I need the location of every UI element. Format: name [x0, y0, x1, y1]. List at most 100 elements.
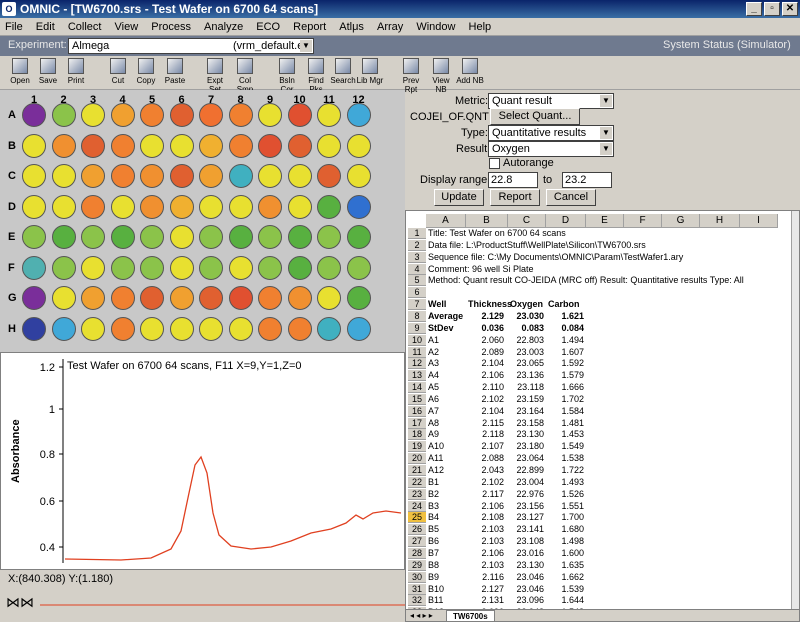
well-G1[interactable] [22, 286, 46, 310]
thickness-cell[interactable]: 2.089 [466, 347, 504, 358]
well-E9[interactable] [258, 225, 282, 249]
row-header[interactable]: 9 [408, 322, 426, 334]
minimize-button[interactable]: _ [746, 2, 762, 16]
menu-eco[interactable]: ECO [251, 18, 285, 36]
carbon-cell[interactable]: 0.084 [546, 323, 584, 334]
thickness-cell[interactable]: 2.106 [466, 548, 504, 559]
thickness-cell[interactable]: 2.127 [466, 584, 504, 595]
menu-edit[interactable]: Edit [31, 18, 60, 36]
well-E2[interactable] [51, 225, 76, 249]
row-header[interactable]: 21 [408, 465, 426, 476]
row-header[interactable]: 22 [408, 476, 426, 488]
well-E1[interactable] [22, 225, 46, 249]
well-C10[interactable] [287, 164, 312, 188]
well-B7[interactable] [199, 133, 223, 158]
oxygen-cell[interactable]: 23.130 [508, 560, 544, 571]
well-D8[interactable] [228, 194, 253, 219]
well-A7[interactable] [199, 103, 223, 127]
paste-button[interactable]: Paste [162, 58, 188, 85]
well-id-cell[interactable]: B9 [428, 572, 439, 583]
open-button[interactable]: Open [8, 58, 32, 85]
add-nb-button[interactable]: Add NB [456, 58, 484, 85]
menu-process[interactable]: Process [146, 18, 196, 36]
well-id-cell[interactable]: B2 [428, 489, 439, 500]
prev-rpt-button[interactable]: Prev Rpt [396, 58, 426, 94]
bsln-cor-button[interactable]: Bsln Cor [272, 58, 302, 94]
well-F7[interactable] [199, 255, 223, 280]
well-B10[interactable] [287, 133, 312, 158]
thickness-cell[interactable]: 2.102 [466, 477, 504, 488]
well-id-cell[interactable]: A7 [428, 406, 439, 417]
well-H12[interactable] [346, 316, 371, 341]
well-H3[interactable] [81, 316, 105, 341]
well-C2[interactable] [51, 164, 76, 188]
oxygen-cell[interactable]: 23.016 [508, 548, 544, 559]
oxygen-cell[interactable]: 23.003 [508, 347, 544, 358]
menu-file[interactable]: File [0, 18, 28, 36]
well-id-cell[interactable]: A3 [428, 358, 439, 369]
find-pks-button[interactable]: Find Pks [302, 58, 330, 94]
column-header[interactable]: C [508, 214, 546, 228]
thickness-cell[interactable]: 2.104 [466, 358, 504, 369]
menu-window[interactable]: Window [411, 18, 460, 36]
well-C5[interactable] [140, 164, 164, 188]
save-button[interactable]: Save [36, 58, 60, 85]
oxygen-cell[interactable]: 22.976 [508, 489, 544, 500]
search-button[interactable]: Search [330, 58, 356, 85]
well-D12[interactable] [346, 194, 371, 219]
well-C4[interactable] [110, 164, 135, 188]
info-cell[interactable]: Data file: L:\ProductStuff\WellPlate\Sil… [428, 240, 646, 251]
oxygen-cell[interactable]: 22.899 [508, 465, 544, 476]
carbon-cell[interactable]: 1.551 [546, 501, 584, 512]
column-header[interactable]: A [426, 214, 466, 228]
menu-array[interactable]: Array [372, 18, 408, 36]
menu-help[interactable]: Help [464, 18, 497, 36]
row-header[interactable]: 24 [408, 500, 426, 512]
oxygen-cell[interactable]: 23.046 [508, 572, 544, 583]
carbon-cell[interactable]: 1.579 [546, 370, 584, 381]
well-A2[interactable] [51, 103, 76, 127]
zoom-tools-icon[interactable]: ⋈⋈ [6, 594, 34, 611]
metric-select[interactable]: Quant result ▼ [488, 93, 614, 109]
thickness-cell[interactable]: 2.104 [466, 406, 504, 417]
well-B8[interactable] [228, 133, 253, 158]
well-E3[interactable] [81, 225, 105, 249]
well-B6[interactable] [169, 133, 194, 158]
row-header[interactable]: 20 [408, 453, 426, 465]
update-button[interactable]: Update [434, 189, 484, 206]
well-id-cell[interactable]: A4 [428, 370, 439, 381]
carbon-cell[interactable]: 1.662 [546, 572, 584, 583]
oxygen-cell[interactable]: 23.159 [508, 394, 544, 405]
carbon-cell[interactable]: 1.592 [546, 358, 584, 369]
well-D2[interactable] [51, 194, 76, 219]
result-select[interactable]: Oxygen ▼ [488, 141, 614, 157]
sheet-tab[interactable]: TW6700s [446, 610, 495, 621]
thickness-cell[interactable]: 2.107 [466, 441, 504, 452]
well-F11[interactable] [317, 255, 341, 280]
thickness-cell[interactable]: 2.106 [466, 501, 504, 512]
well-C11[interactable] [317, 164, 341, 188]
well-D5[interactable] [140, 194, 164, 219]
well-id-cell[interactable]: A9 [428, 429, 439, 440]
well-D6[interactable] [169, 194, 194, 219]
well-A3[interactable] [81, 103, 105, 127]
well-C3[interactable] [81, 164, 105, 188]
carbon-cell[interactable]: 1.722 [546, 465, 584, 476]
oxygen-cell[interactable]: 23.118 [508, 382, 544, 393]
well-G12[interactable] [346, 286, 371, 310]
well-B4[interactable] [110, 133, 135, 158]
well-H7[interactable] [199, 316, 223, 341]
well-id-cell[interactable]: A1 [428, 335, 439, 346]
close-button[interactable]: ✕ [782, 2, 798, 16]
well-id-cell[interactable]: A11 [428, 453, 443, 464]
oxygen-cell[interactable]: 23.046 [508, 584, 544, 595]
chevron-down-icon[interactable]: ▼ [600, 95, 612, 107]
well-F3[interactable] [81, 255, 105, 280]
well-id-cell[interactable]: A12 [428, 465, 444, 476]
well-id-cell[interactable]: B10 [428, 584, 444, 595]
row-header[interactable]: 7 [408, 299, 426, 311]
system-status[interactable]: System Status (Simulator) [663, 39, 791, 51]
well-id-cell[interactable]: A8 [428, 418, 439, 429]
well-A6[interactable] [169, 103, 194, 127]
thickness-cell[interactable]: 2.110 [466, 382, 504, 393]
